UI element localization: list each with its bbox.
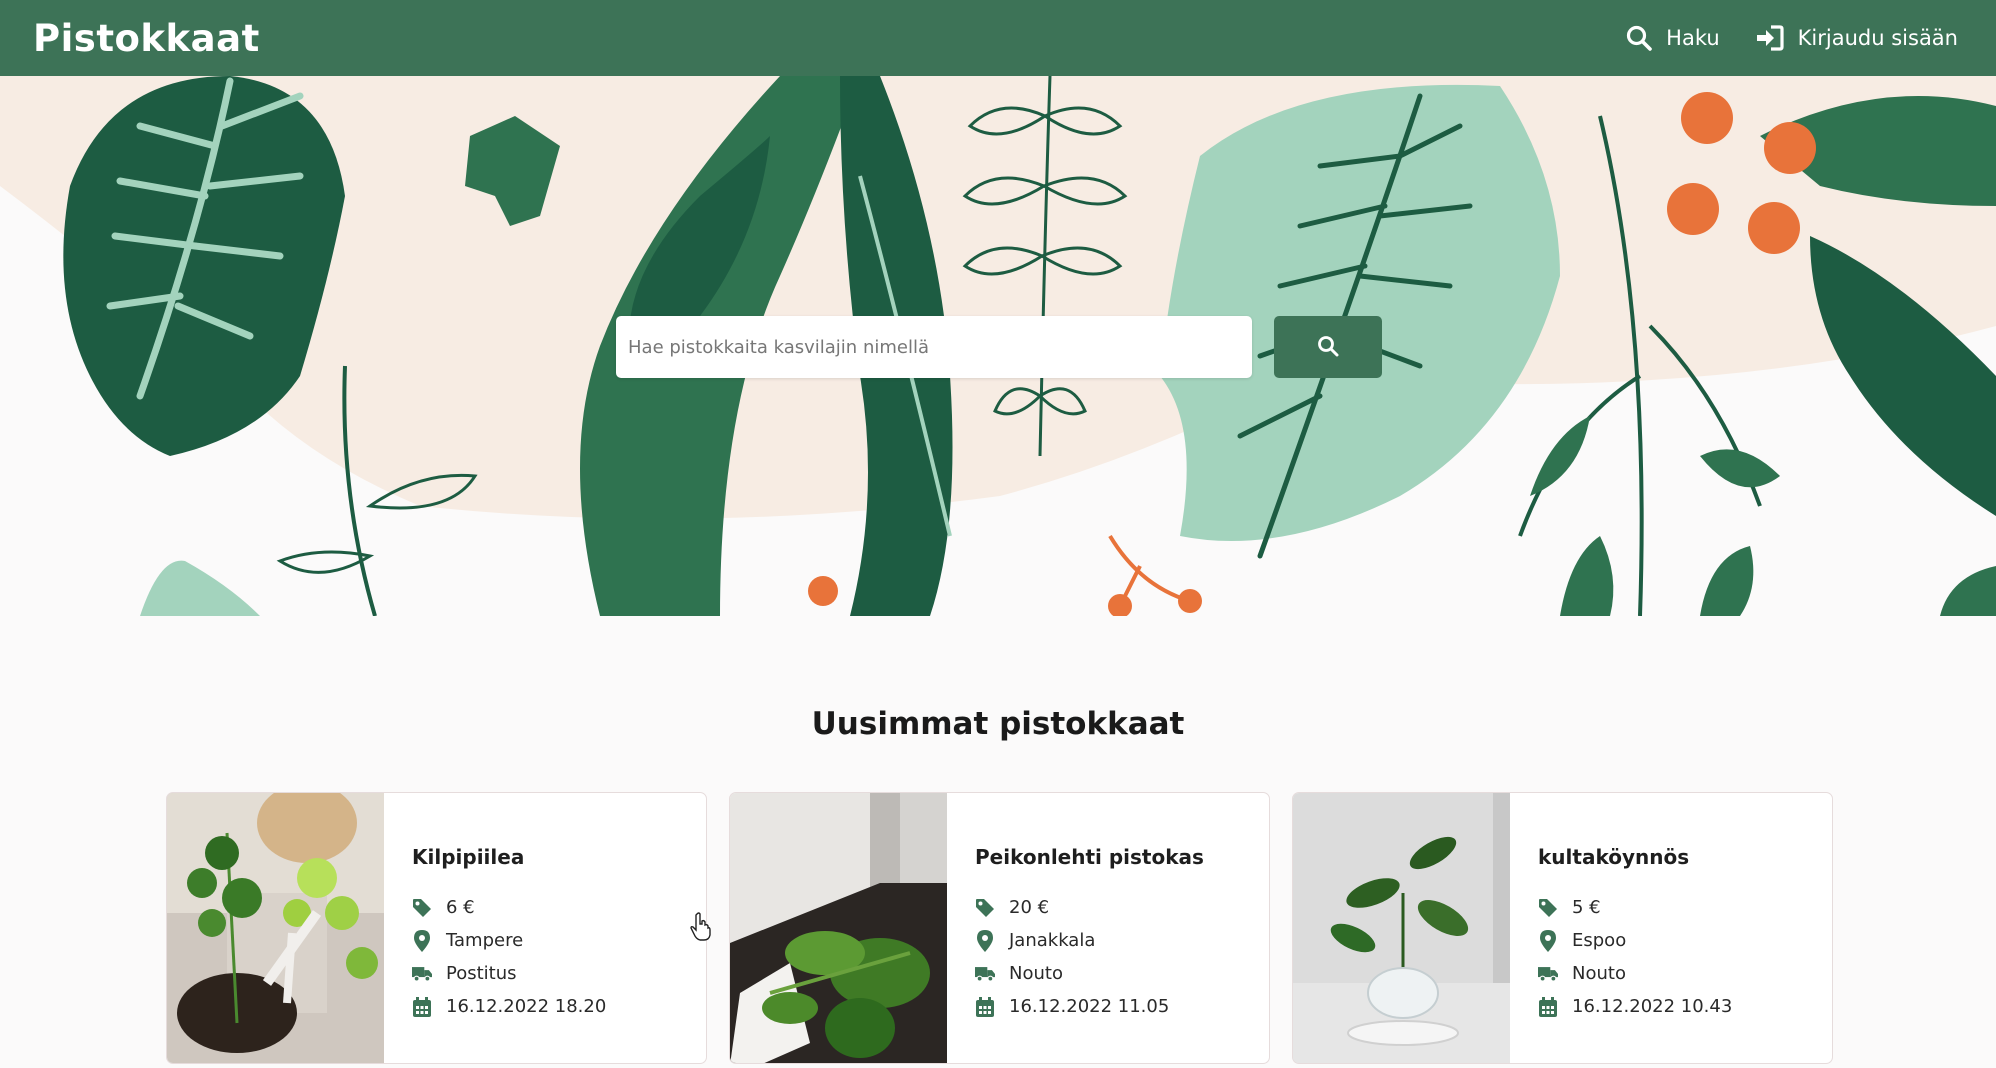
listing-card[interactable]: kultaköynnös 5 € Espoo Nouto 16.12.2022 … — [1292, 792, 1833, 1064]
listing-date: 16.12.2022 11.05 — [1009, 996, 1170, 1017]
truck-icon — [975, 964, 995, 984]
listing-details: Peikonlehti pistokas 20 € Janakkala Nout… — [947, 793, 1204, 1063]
listing-details: kultaköynnös 5 € Espoo Nouto 16.12.2022 … — [1510, 793, 1732, 1063]
nav-login-link[interactable]: Kirjaudu sisään — [1756, 25, 1958, 51]
listing-delivery-row: Nouto — [975, 957, 1204, 990]
listing-title[interactable]: Kilpipiilea — [412, 845, 606, 869]
listing-price-row: 5 € — [1538, 891, 1732, 924]
listing-price-row: 6 € — [412, 891, 606, 924]
listing-location-row: Espoo — [1538, 924, 1732, 957]
nav-search-link[interactable]: Haku — [1626, 25, 1720, 51]
listing-title[interactable]: kultaköynnös — [1538, 845, 1732, 869]
listing-photo — [1293, 793, 1510, 1063]
search-icon — [1317, 335, 1339, 360]
listing-delivery: Nouto — [1009, 963, 1063, 984]
section-title: Uusimmat pistokkaat — [811, 706, 1185, 742]
listing-location: Janakkala — [1009, 930, 1096, 951]
listing-location-row: Janakkala — [975, 924, 1204, 957]
search-input[interactable] — [616, 316, 1252, 378]
listing-price: 20 € — [1009, 897, 1050, 918]
map-marker-icon — [1538, 929, 1558, 952]
calendar-icon — [1538, 996, 1558, 1017]
listing-photo — [167, 793, 384, 1063]
listing-location: Espoo — [1572, 930, 1627, 951]
pointer-cursor-icon — [690, 912, 712, 946]
sign-in-icon — [1756, 25, 1784, 51]
listing-date: 16.12.2022 10.43 — [1572, 996, 1733, 1017]
tag-icon — [975, 898, 995, 918]
truck-icon — [1538, 964, 1558, 984]
hero-search — [616, 316, 1382, 378]
navbar: Pistokkaat Haku Kirjaudu sisään — [0, 0, 1996, 76]
listing-card[interactable]: Peikonlehti pistokas 20 € Janakkala Nout… — [729, 792, 1270, 1064]
map-marker-icon — [412, 929, 432, 952]
listing-date: 16.12.2022 18.20 — [446, 996, 607, 1017]
listing-delivery-row: Nouto — [1538, 957, 1732, 990]
hero-banner — [0, 76, 1996, 616]
listing-date-row: 16.12.2022 10.43 — [1538, 990, 1732, 1023]
search-icon — [1626, 25, 1652, 51]
nav-links: Haku Kirjaudu sisään — [1626, 25, 1958, 51]
search-button[interactable] — [1274, 316, 1382, 378]
listing-delivery: Nouto — [1572, 963, 1626, 984]
calendar-icon — [412, 996, 432, 1017]
brand-logo[interactable]: Pistokkaat — [33, 17, 260, 60]
listing-price-row: 20 € — [975, 891, 1204, 924]
listing-price: 6 € — [446, 897, 475, 918]
listing-date-row: 16.12.2022 18.20 — [412, 990, 606, 1023]
truck-icon — [412, 964, 432, 984]
listing-date-row: 16.12.2022 11.05 — [975, 990, 1204, 1023]
listing-location: Tampere — [446, 930, 524, 951]
listing-card[interactable]: Kilpipiilea 6 € Tampere Postitus 16.12.2… — [166, 792, 707, 1064]
listing-price: 5 € — [1572, 897, 1601, 918]
tag-icon — [412, 898, 432, 918]
tag-icon — [1538, 898, 1558, 918]
listing-location-row: Tampere — [412, 924, 606, 957]
listing-delivery-row: Postitus — [412, 957, 606, 990]
listing-cards: Kilpipiilea 6 € Tampere Postitus 16.12.2… — [166, 792, 1833, 1064]
calendar-icon — [975, 996, 995, 1017]
listing-details: Kilpipiilea 6 € Tampere Postitus 16.12.2… — [384, 793, 606, 1063]
nav-search-label: Haku — [1666, 26, 1720, 50]
listing-title[interactable]: Peikonlehti pistokas — [975, 845, 1204, 869]
map-marker-icon — [975, 929, 995, 952]
nav-login-label: Kirjaudu sisään — [1797, 26, 1958, 50]
listing-delivery: Postitus — [446, 963, 517, 984]
listing-photo — [730, 793, 947, 1063]
